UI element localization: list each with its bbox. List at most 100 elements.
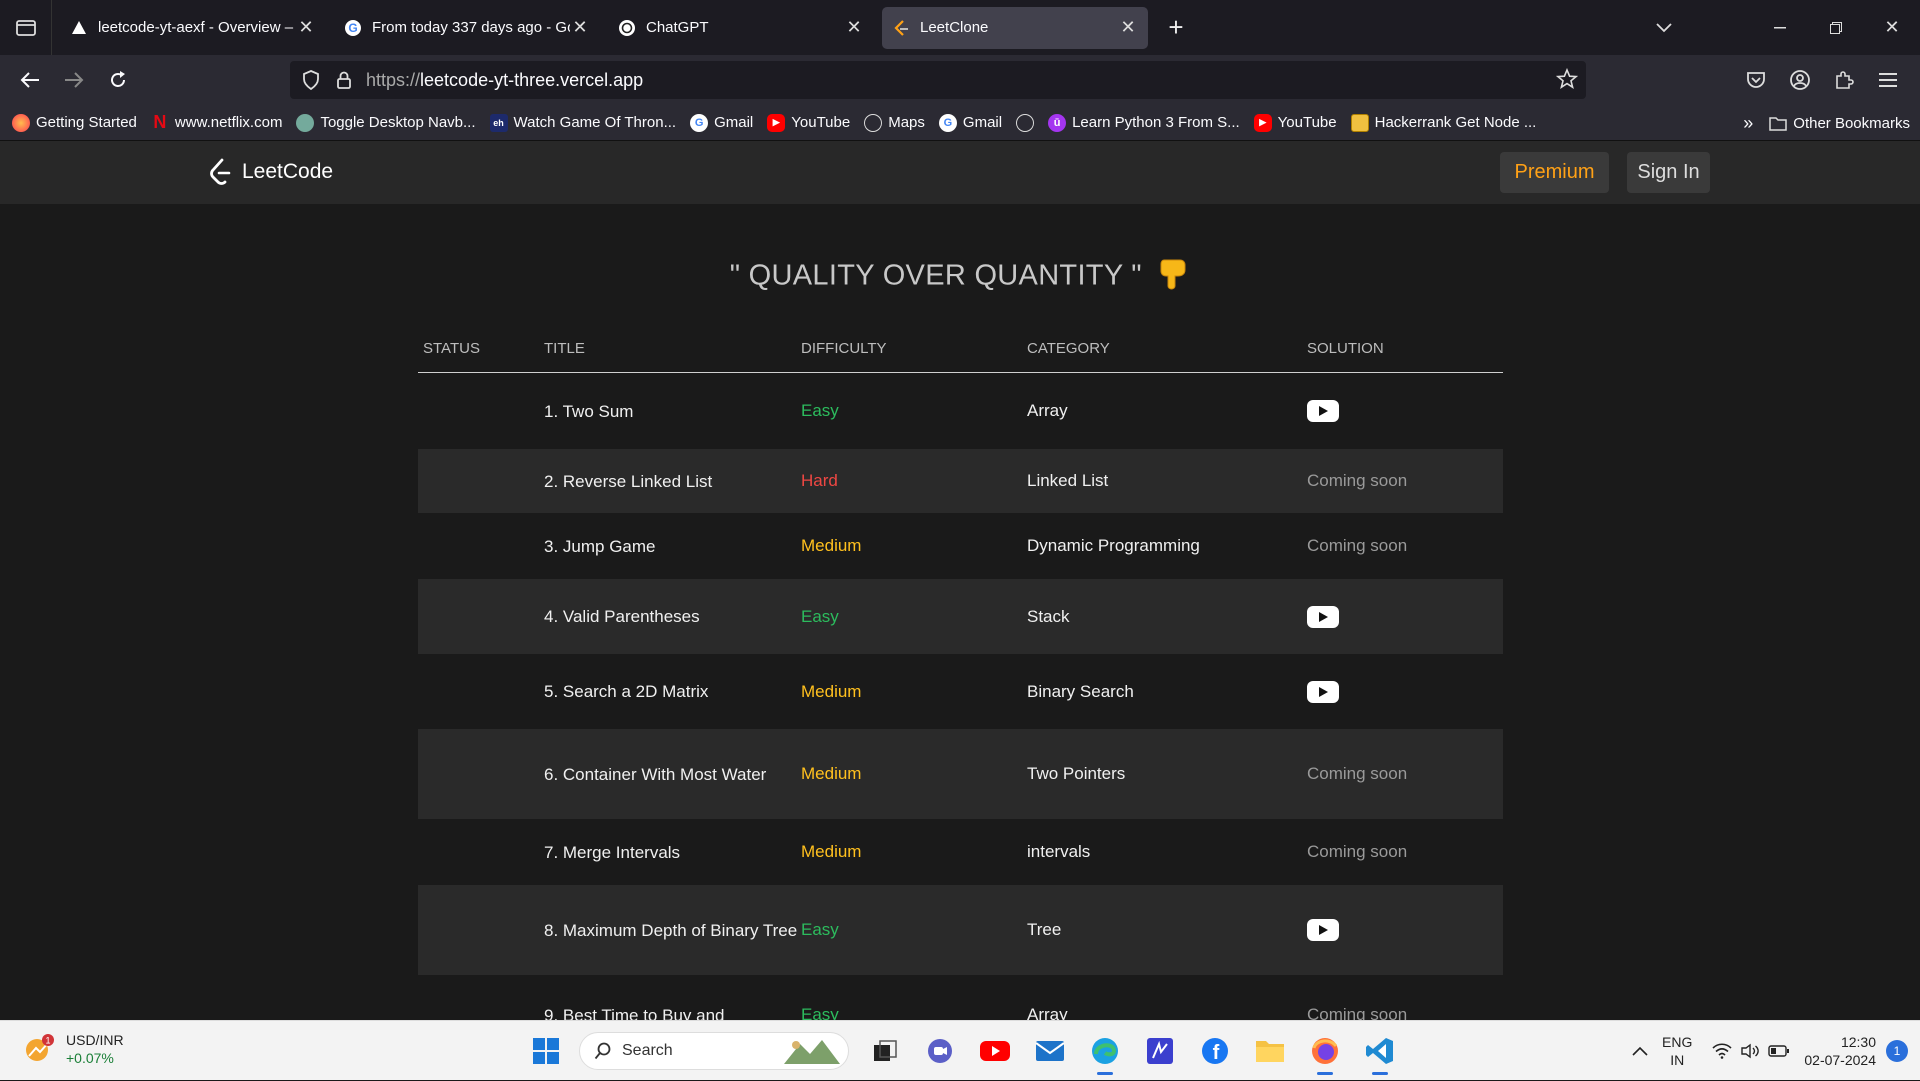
taskbar-search[interactable]: Search	[579, 1032, 849, 1070]
globe-icon	[1016, 113, 1035, 132]
edge-button[interactable]	[1083, 1029, 1127, 1075]
bookmark-label: Getting Started	[36, 114, 137, 131]
site-logo[interactable]: LeetCode	[208, 157, 333, 187]
tab-close-icon[interactable]: ✕	[844, 17, 864, 38]
bookmark-youtube[interactable]: ▶ YouTube	[767, 113, 850, 132]
table-row[interactable]: 9. Best Time to Buy and Easy Array Coming s…	[418, 975, 1503, 1020]
table-row[interactable]: 4. Valid Parentheses Easy Stack	[418, 579, 1503, 654]
table-row[interactable]: 5. Search a 2D Matrix Medium Binary Search	[418, 654, 1503, 729]
problem-title-link[interactable]: 9. Best Time to Buy and	[544, 1003, 801, 1021]
table-row[interactable]: 7. Merge Intervals Medium intervals Coming …	[418, 819, 1503, 885]
vscode-button[interactable]	[1358, 1029, 1402, 1075]
tab-close-icon[interactable]: ✕	[296, 17, 316, 38]
main-content: " QUALITY OVER QUANTITY " STATUS TITLE D…	[0, 204, 1920, 1020]
youtube-play-icon[interactable]	[1307, 919, 1339, 941]
problem-title-link[interactable]: 6. Container With Most Water	[544, 762, 801, 787]
language-indicator[interactable]: ENG IN	[1662, 1033, 1692, 1069]
currency-widget[interactable]: 1 USD/INR +0.07%	[24, 1031, 124, 1067]
minimize-button[interactable]	[1752, 0, 1808, 55]
tab-overflow-chevron-icon[interactable]	[1636, 0, 1692, 55]
solution-coming-soon: Coming soon	[1307, 471, 1408, 490]
back-button[interactable]	[8, 58, 52, 102]
tab-list-button[interactable]	[0, 0, 52, 55]
youtube-taskbar-button[interactable]	[973, 1029, 1017, 1073]
problem-title-link[interactable]: 5. Search a 2D Matrix	[544, 679, 801, 704]
tab-vercel[interactable]: leetcode-yt-aexf - Overview – V ✕	[60, 7, 326, 49]
mail-button[interactable]	[1028, 1029, 1072, 1073]
youtube-icon: ▶	[1253, 113, 1272, 132]
tab-close-icon[interactable]: ✕	[1118, 17, 1138, 38]
region-code: IN	[1670, 1052, 1685, 1068]
leetcode-logo-icon	[210, 158, 231, 185]
table-row[interactable]: 8. Maximum Depth of Binary Tree Easy Tree	[418, 885, 1503, 975]
difficulty-label: Easy	[801, 920, 839, 939]
bookmark-gmail[interactable]: G Gmail	[690, 113, 753, 132]
other-bookmarks-folder[interactable]: Other Bookmarks	[1769, 115, 1910, 132]
extensions-icon[interactable]	[1822, 58, 1866, 102]
table-row[interactable]: 1. Two Sum Easy Array	[418, 373, 1503, 449]
bookmark-netflix[interactable]: Nwww.netflix.com	[151, 112, 282, 132]
problem-title-link[interactable]: 3. Jump Game	[544, 534, 801, 559]
widget-text: USD/INR +0.07%	[66, 1031, 124, 1067]
notification-badge[interactable]: 1	[1886, 1040, 1908, 1062]
svg-text:G: G	[348, 21, 357, 35]
site-header: LeetCode Premium Sign In	[0, 141, 1920, 204]
google-icon: G	[690, 113, 709, 132]
address-bar[interactable]: https://leetcode-yt-three.vercel.app	[290, 61, 1586, 99]
file-explorer-button[interactable]	[1248, 1029, 1292, 1073]
udemy-icon: ū	[1048, 113, 1067, 132]
tray-overflow-icon[interactable]	[1632, 1046, 1648, 1056]
category-label: Binary Search	[1027, 681, 1134, 701]
menu-icon[interactable]	[1866, 58, 1910, 102]
bookmark-hackerrank[interactable]: Hackerrank Get Node ...	[1350, 113, 1536, 132]
editor-icon	[1147, 1038, 1173, 1064]
tab-close-icon[interactable]: ✕	[570, 17, 590, 38]
bookmark-youtube-2[interactable]: ▶ YouTube	[1253, 113, 1337, 132]
youtube-play-icon[interactable]	[1307, 400, 1339, 422]
restore-button[interactable]	[1808, 0, 1864, 55]
bookmark-game-of-thrones[interactable]: eh Watch Game Of Thron...	[489, 113, 677, 132]
teams-chat-button[interactable]	[918, 1029, 962, 1073]
tab-google-trends[interactable]: G From today 337 days ago - Goo ✕	[334, 7, 600, 49]
volume-icon[interactable]	[1740, 1043, 1760, 1059]
firefox-button[interactable]	[1303, 1029, 1347, 1075]
start-button[interactable]	[524, 1029, 568, 1073]
battery-icon[interactable]	[1768, 1045, 1790, 1057]
problem-title-link[interactable]: 7. Merge Intervals	[544, 840, 801, 865]
close-window-button[interactable]: ✕	[1864, 0, 1920, 55]
sign-in-button[interactable]: Sign In	[1627, 152, 1710, 193]
tab-chatgpt[interactable]: ChatGPT ✕	[608, 7, 874, 49]
bookmark-getting-started[interactable]: Getting Started	[12, 113, 137, 132]
table-row[interactable]: 6. Container With Most Water Medium Two Po…	[418, 729, 1503, 819]
bookmark-gmail-2[interactable]: G Gmail	[938, 113, 1002, 132]
premium-button[interactable]: Premium	[1500, 152, 1609, 193]
youtube-play-icon[interactable]	[1307, 680, 1339, 703]
clock[interactable]: 12:30 02-07-2024	[1804, 1033, 1876, 1069]
account-icon[interactable]	[1778, 58, 1822, 102]
bookmark-toggle-desktop[interactable]: Toggle Desktop Navb...	[296, 113, 476, 132]
bookmark-maps[interactable]: Maps	[864, 113, 925, 132]
bookmark-learn-python[interactable]: ū Learn Python 3 From S...	[1048, 113, 1240, 132]
new-tab-button[interactable]: +	[1158, 10, 1194, 46]
table-row[interactable]: 3. Jump Game Medium Dynamic Programming Com…	[418, 513, 1503, 579]
reload-button[interactable]	[96, 58, 140, 102]
facebook-button[interactable]: f	[1193, 1029, 1237, 1073]
problem-title-link[interactable]: 2. Reverse Linked List	[544, 469, 801, 494]
table-row[interactable]: 2. Reverse Linked List Hard Linked List Com…	[418, 449, 1503, 513]
youtube-play-icon[interactable]	[1307, 605, 1339, 628]
bookmarks-overflow-icon[interactable]: »	[1743, 113, 1753, 134]
bookmark-label: Watch Game Of Thron...	[513, 114, 677, 131]
bookmark-star-icon[interactable]	[1555, 67, 1579, 95]
task-view-button[interactable]	[863, 1029, 907, 1073]
wifi-icon[interactable]	[1712, 1043, 1732, 1059]
editor-button[interactable]	[1138, 1029, 1182, 1073]
forward-button[interactable]	[52, 58, 96, 102]
problem-title-link[interactable]: 1. Two Sum	[544, 399, 801, 424]
tab-leetclone[interactable]: LeetClone ✕	[882, 6, 1148, 49]
problem-title-link[interactable]: 4. Valid Parentheses	[544, 604, 801, 629]
browser-tab-bar: leetcode-yt-aexf - Overview – V ✕ G From…	[0, 0, 1920, 55]
pocket-icon[interactable]	[1734, 58, 1778, 102]
solution-coming-soon: Coming soon	[1307, 1005, 1408, 1020]
problem-title-link[interactable]: 8. Maximum Depth of Binary Tree	[544, 918, 801, 943]
bookmark-globe[interactable]	[1016, 113, 1035, 132]
